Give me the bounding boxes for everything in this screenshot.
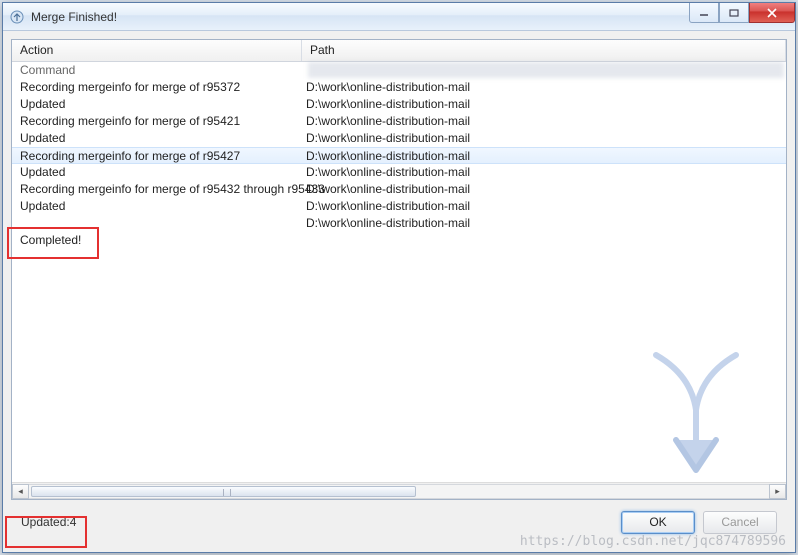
scroll-right-arrow[interactable]: ▸ xyxy=(769,484,786,499)
status-text: Updated:4 xyxy=(21,515,76,529)
maximize-button[interactable] xyxy=(719,3,749,23)
cell-path: D:\work\online-distribution-mail xyxy=(302,181,786,198)
content-area: Action Path CommandRecording mergeinfo f… xyxy=(3,31,795,552)
table-row[interactable]: Recording mergeinfo for merge of r95427D… xyxy=(12,147,786,164)
cell-action xyxy=(12,215,302,232)
cell-action: Recording mergeinfo for merge of r95432 … xyxy=(12,181,302,198)
table-row[interactable]: Recording mergeinfo for merge of r95372D… xyxy=(12,79,786,96)
cell-path xyxy=(302,232,786,249)
table-row[interactable]: UpdatedD:\work\online-distribution-mail xyxy=(12,130,786,147)
minimize-button[interactable] xyxy=(689,3,719,23)
table-row[interactable]: UpdatedD:\work\online-distribution-mail xyxy=(12,198,786,215)
cell-path: D:\work\online-distribution-mail xyxy=(302,148,786,163)
table-row[interactable]: UpdatedD:\work\online-distribution-mail xyxy=(12,96,786,113)
column-headers: Action Path xyxy=(12,40,786,62)
merge-icon xyxy=(9,9,25,25)
window-controls xyxy=(689,3,795,23)
cell-path: D:\work\online-distribution-mail xyxy=(302,113,786,130)
table-row[interactable]: Recording mergeinfo for merge of r95421D… xyxy=(12,113,786,130)
cell-action: Updated xyxy=(12,96,302,113)
cell-path: D:\work\online-distribution-mail xyxy=(302,164,786,181)
bottom-bar: Updated:4 OK Cancel xyxy=(11,500,787,544)
cell-action: Recording mergeinfo for merge of r95421 xyxy=(12,113,302,130)
cell-path: D:\work\online-distribution-mail xyxy=(302,215,786,232)
cell-path: D:\work\online-distribution-mail xyxy=(302,130,786,147)
cell-path: D:\work\online-distribution-mail xyxy=(302,79,786,96)
cancel-button[interactable]: Cancel xyxy=(703,511,777,534)
window-title: Merge Finished! xyxy=(31,10,117,24)
cell-path: D:\work\online-distribution-mail xyxy=(302,96,786,113)
scroll-thumb[interactable] xyxy=(31,486,416,497)
log-list: Action Path CommandRecording mergeinfo f… xyxy=(11,39,787,500)
titlebar[interactable]: Merge Finished! xyxy=(3,3,795,31)
cell-path xyxy=(302,62,786,79)
rows-container: CommandRecording mergeinfo for merge of … xyxy=(12,62,786,482)
cell-action: Recording mergeinfo for merge of r95372 xyxy=(12,79,302,96)
scroll-track[interactable] xyxy=(29,484,769,499)
merge-dialog: Merge Finished! Action Path CommandRecor… xyxy=(2,2,796,553)
cell-action: Command xyxy=(12,62,302,79)
cell-action: Completed! xyxy=(12,232,302,249)
table-row[interactable]: Completed! xyxy=(12,232,786,249)
close-button[interactable] xyxy=(749,3,795,23)
table-row[interactable]: Recording mergeinfo for merge of r95432 … xyxy=(12,181,786,198)
cell-action: Updated xyxy=(12,164,302,181)
cell-action: Recording mergeinfo for merge of r95427 xyxy=(12,148,302,163)
ok-button[interactable]: OK xyxy=(621,511,695,534)
table-row[interactable]: Command xyxy=(12,62,786,79)
cell-path: D:\work\online-distribution-mail xyxy=(302,198,786,215)
table-row[interactable]: D:\work\online-distribution-mail xyxy=(12,215,786,232)
scroll-left-arrow[interactable]: ◂ xyxy=(12,484,29,499)
cell-action: Updated xyxy=(12,130,302,147)
horizontal-scrollbar[interactable]: ◂ ▸ xyxy=(12,482,786,499)
header-path[interactable]: Path xyxy=(302,40,786,61)
header-action[interactable]: Action xyxy=(12,40,302,61)
table-row[interactable]: UpdatedD:\work\online-distribution-mail xyxy=(12,164,786,181)
cell-action: Updated xyxy=(12,198,302,215)
